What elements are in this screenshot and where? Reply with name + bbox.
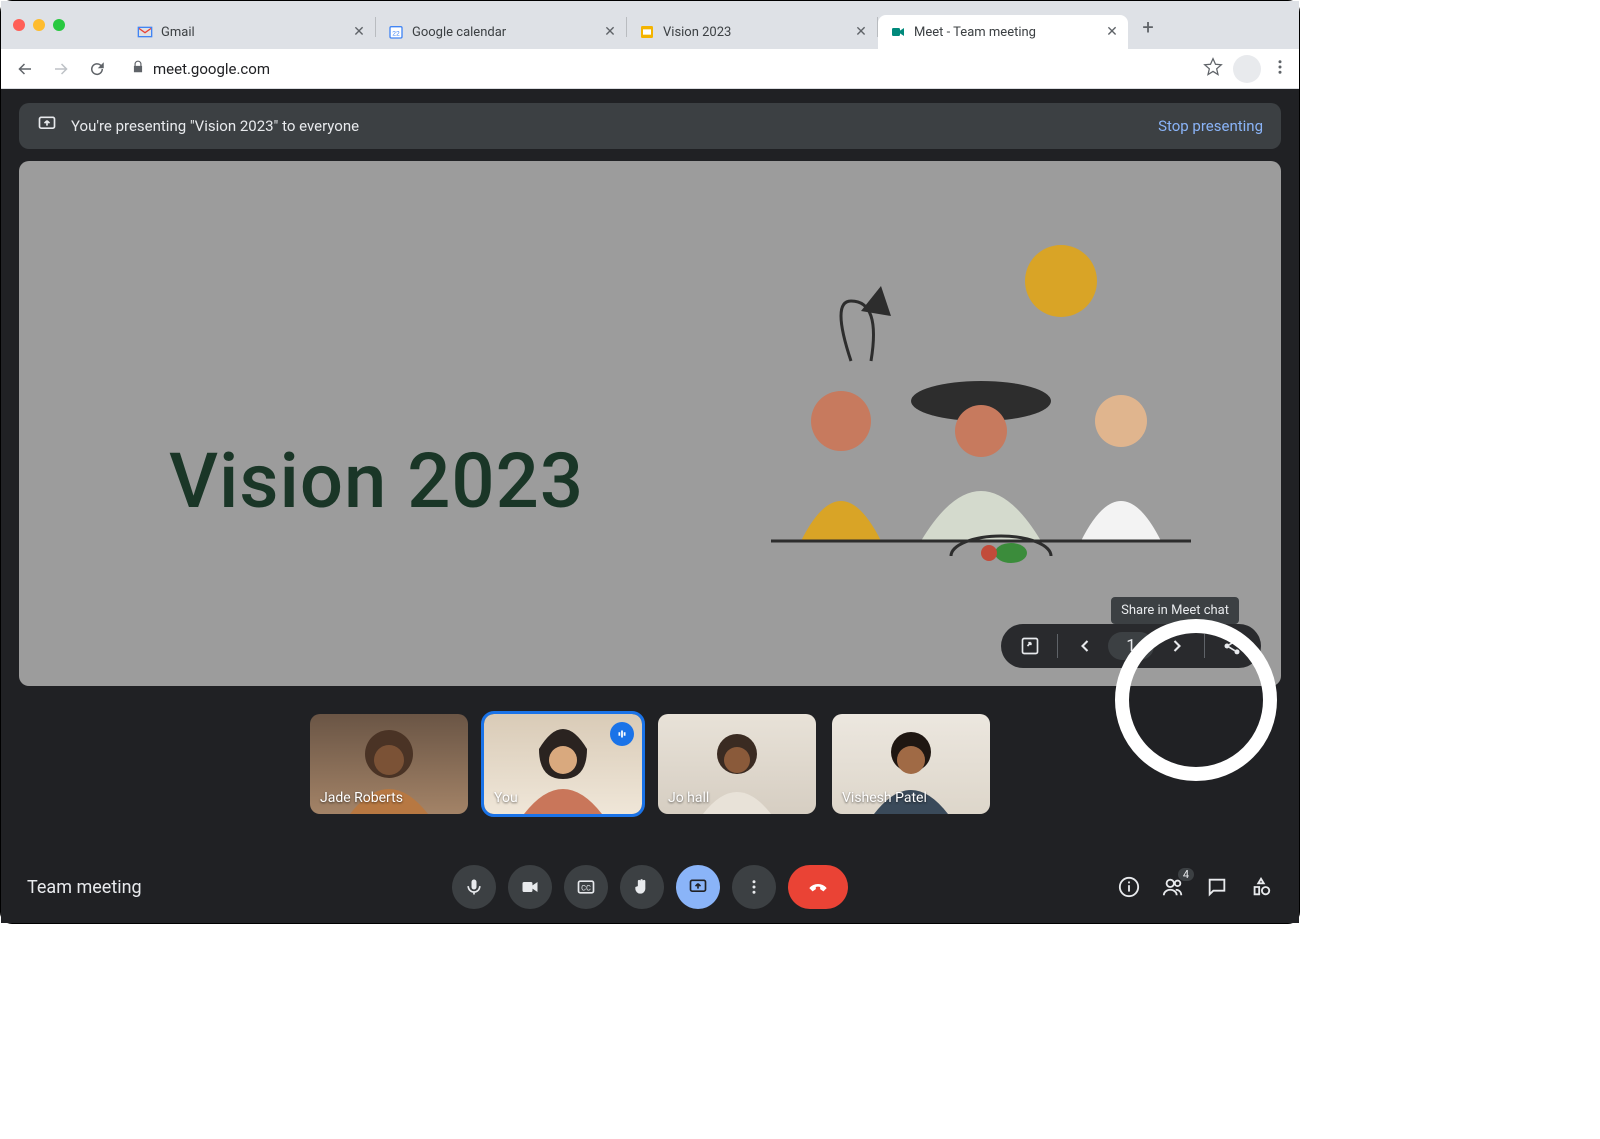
participant-name: Vishesh Patel — [842, 790, 927, 806]
address-bar[interactable]: meet.google.com — [119, 54, 1195, 84]
participant-tile-self[interactable]: You — [484, 714, 642, 814]
close-icon[interactable]: ✕ — [602, 24, 618, 40]
tab-title: Vision 2023 — [663, 25, 845, 40]
slide-title: Vision 2023 — [169, 436, 584, 526]
calendar-icon: 22 — [388, 24, 404, 40]
tab-gmail[interactable]: Gmail ✕ — [125, 15, 375, 49]
svg-text:22: 22 — [392, 29, 400, 37]
stop-presenting-button[interactable]: Stop presenting — [1158, 117, 1263, 135]
chat-button[interactable] — [1205, 875, 1229, 899]
raise-hand-button[interactable] — [620, 865, 664, 909]
tab-calendar[interactable]: 22 Google calendar ✕ — [376, 15, 626, 49]
slide-illustration — [731, 241, 1211, 581]
reload-button[interactable] — [83, 55, 111, 83]
right-panel-buttons: 4 — [1013, 875, 1273, 899]
minimize-window-button[interactable] — [33, 19, 45, 31]
call-controls: CC — [287, 865, 1013, 909]
profile-avatar[interactable] — [1233, 55, 1261, 83]
share-in-chat-button[interactable] — [1215, 629, 1249, 663]
more-options-button[interactable] — [732, 865, 776, 909]
svg-text:CC: CC — [581, 883, 591, 892]
new-tab-button[interactable]: + — [1134, 13, 1162, 41]
leave-call-button[interactable] — [788, 865, 848, 909]
meet-icon — [890, 24, 906, 40]
microphone-button[interactable] — [452, 865, 496, 909]
meet-app: You're presenting "Vision 2023" to every… — [1, 89, 1299, 923]
present-button[interactable] — [676, 865, 720, 909]
meet-bottom-bar: Team meeting CC 4 — [1, 851, 1299, 923]
lock-icon — [131, 60, 145, 78]
forward-button[interactable] — [47, 55, 75, 83]
close-icon[interactable]: ✕ — [1104, 24, 1120, 40]
maximize-window-button[interactable] — [53, 19, 65, 31]
slide-controls: 1 — [1001, 624, 1261, 668]
back-button[interactable] — [11, 55, 39, 83]
next-slide-button[interactable] — [1160, 629, 1194, 663]
window-controls — [13, 19, 65, 31]
open-in-slides-button[interactable] — [1013, 629, 1047, 663]
slide-page-indicator[interactable]: 1 — [1108, 632, 1154, 660]
tab-title: Gmail — [161, 25, 343, 40]
tab-title: Google calendar — [412, 25, 594, 40]
close-window-button[interactable] — [13, 19, 25, 31]
close-icon[interactable]: ✕ — [351, 24, 367, 40]
participant-count-badge: 4 — [1177, 867, 1195, 882]
tab-slides[interactable]: Vision 2023 ✕ — [627, 15, 877, 49]
browser-menu-icon[interactable] — [1271, 58, 1289, 80]
bookmark-icon[interactable] — [1203, 57, 1223, 81]
camera-button[interactable] — [508, 865, 552, 909]
gmail-icon — [137, 24, 153, 40]
people-button[interactable]: 4 — [1161, 875, 1185, 899]
participant-tile[interactable]: Vishesh Patel — [832, 714, 990, 814]
captions-button[interactable]: CC — [564, 865, 608, 909]
participant-name: Jade Roberts — [320, 790, 403, 806]
banner-message: You're presenting "Vision 2023" to every… — [71, 117, 1144, 135]
participant-tile[interactable]: Jade Roberts — [310, 714, 468, 814]
activities-button[interactable] — [1249, 875, 1273, 899]
tab-meet[interactable]: Meet - Team meeting ✕ — [878, 15, 1128, 49]
participant-name: Jo hall — [668, 790, 709, 806]
tab-title: Meet - Team meeting — [914, 25, 1096, 40]
url-text: meet.google.com — [153, 60, 270, 78]
share-in-chat-tooltip: Share in Meet chat — [1111, 597, 1239, 624]
speaking-indicator-icon — [610, 722, 634, 746]
presentation-stage: Vision 2023 Share in Meet chat 1 — [19, 161, 1281, 686]
participant-thumbnails: Jade Roberts You Jo hall Vishesh Patel — [19, 714, 1281, 814]
browser-tab-bar: Gmail ✕ 22 Google calendar ✕ Vision 2023… — [1, 1, 1299, 49]
slides-icon — [639, 24, 655, 40]
close-icon[interactable]: ✕ — [853, 24, 869, 40]
meeting-name: Team meeting — [27, 877, 287, 898]
prev-slide-button[interactable] — [1068, 629, 1102, 663]
participant-tile[interactable]: Jo hall — [658, 714, 816, 814]
participant-name: You — [494, 790, 518, 806]
address-bar-row: meet.google.com — [1, 49, 1299, 89]
presenting-banner: You're presenting "Vision 2023" to every… — [19, 103, 1281, 149]
meeting-details-button[interactable] — [1117, 875, 1141, 899]
present-screen-icon — [37, 114, 57, 138]
